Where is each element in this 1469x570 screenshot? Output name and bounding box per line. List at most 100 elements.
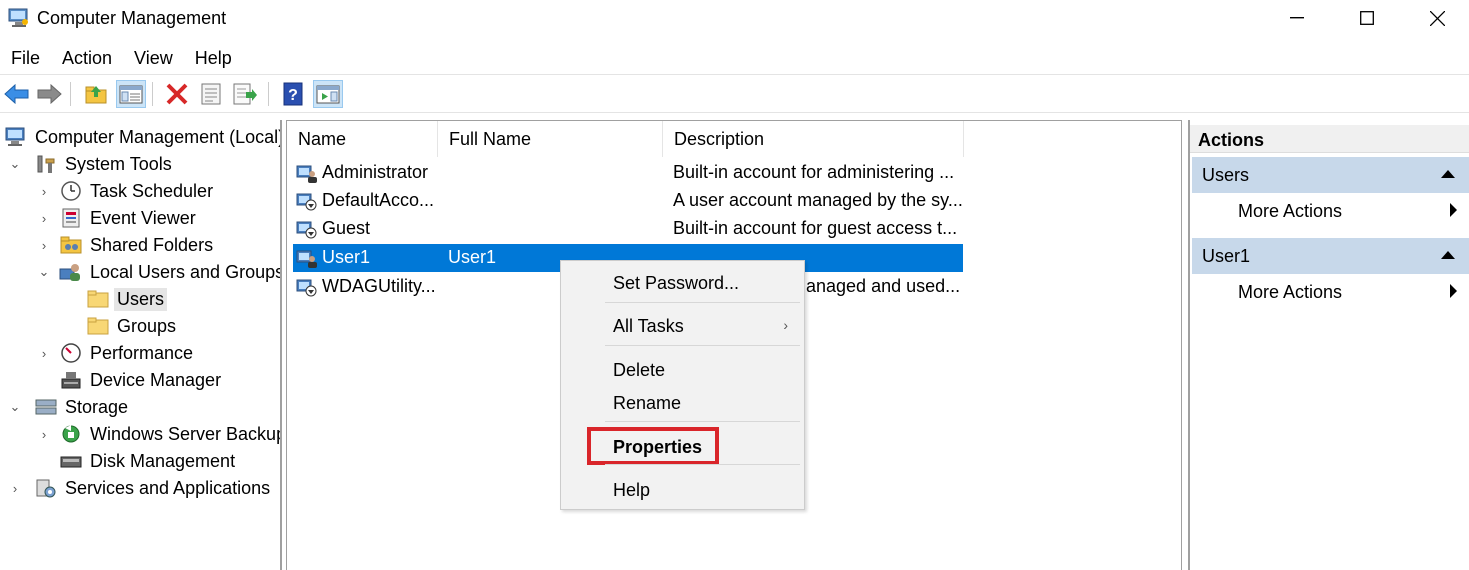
user-icon xyxy=(296,247,318,269)
tree-label: Device Manager xyxy=(90,369,222,390)
menu-view[interactable]: View xyxy=(123,44,184,72)
properties-icon xyxy=(201,83,221,105)
toolbar-separator xyxy=(268,82,269,106)
context-menu: Set Password... All Tasks › Delete Renam… xyxy=(560,260,805,510)
tree-item-device-manager[interactable]: Device Manager xyxy=(59,367,224,393)
chevron-right-icon[interactable]: › xyxy=(37,238,51,253)
menu-item-set-password[interactable]: Set Password... xyxy=(613,273,739,294)
maximize-button[interactable] xyxy=(1332,0,1402,36)
user-description: A user account managed by the sy... xyxy=(673,190,963,210)
user-name: Administrator xyxy=(322,162,429,182)
tree-item-performance[interactable]: › Performance xyxy=(37,340,196,366)
table-row[interactable]: Guest Built-in account for guest access … xyxy=(293,215,963,243)
chevron-right-icon[interactable]: › xyxy=(37,184,51,199)
menu-item-rename[interactable]: Rename xyxy=(613,393,681,414)
tree-item-computer-management[interactable]: Computer Management (Local) xyxy=(4,124,280,150)
chevron-right-icon[interactable]: › xyxy=(37,211,51,226)
tree-label: Storage xyxy=(65,396,129,417)
section-label: Users xyxy=(1202,165,1250,185)
menu-divider xyxy=(0,74,1469,75)
tree-item-local-users-groups[interactable]: ⌄ Local Users and Groups xyxy=(37,259,280,285)
show-hide-tree-icon xyxy=(119,85,143,104)
back-button[interactable] xyxy=(2,80,32,108)
user-description: Built-in account for guest access t... xyxy=(673,218,958,238)
actions-section-user1[interactable]: User1 xyxy=(1192,238,1469,274)
more-actions-user1[interactable]: More Actions xyxy=(1238,282,1342,303)
submenu-arrow-icon: › xyxy=(783,317,788,333)
backup-icon xyxy=(59,423,83,445)
menu-help[interactable]: Help xyxy=(184,44,243,72)
more-actions-users[interactable]: More Actions xyxy=(1238,201,1342,222)
shared-folder-icon xyxy=(59,234,83,256)
actions-header: Actions xyxy=(1190,125,1469,153)
delete-button[interactable] xyxy=(162,80,192,108)
collapse-icon[interactable] xyxy=(1441,251,1455,259)
user-disabled-icon xyxy=(296,276,318,298)
export-list-icon xyxy=(233,83,257,105)
toolbar-separator xyxy=(152,82,153,106)
menu-item-all-tasks[interactable]: All Tasks xyxy=(613,316,684,337)
show-hide-action-pane-icon xyxy=(316,85,340,104)
tree-item-services-applications[interactable]: › Services and Applications xyxy=(8,475,273,501)
title-bar: Computer Management xyxy=(0,0,1469,38)
column-header-full-name[interactable]: Full Name xyxy=(438,121,663,157)
tree-item-storage[interactable]: ⌄ Storage xyxy=(8,394,131,420)
user-description: Built-in account for administering ... xyxy=(673,162,955,182)
chevron-right-icon[interactable]: › xyxy=(8,481,22,496)
tree-label: Windows Server Backup xyxy=(90,423,280,444)
menu-item-delete[interactable]: Delete xyxy=(613,360,665,381)
export-list-button[interactable] xyxy=(230,80,260,108)
collapse-icon[interactable] xyxy=(1441,170,1455,178)
column-header-name[interactable]: Name xyxy=(287,121,438,157)
user-name: WDAGUtility... xyxy=(322,276,436,296)
tree-item-shared-folders[interactable]: › Shared Folders xyxy=(37,232,216,258)
toolbar-separator xyxy=(70,82,71,106)
tree-label: Services and Applications xyxy=(65,477,271,498)
up-one-level-button[interactable] xyxy=(81,80,111,108)
chevron-down-icon[interactable]: ⌄ xyxy=(37,264,51,279)
chevron-down-icon[interactable]: ⌄ xyxy=(8,156,22,171)
tree-item-system-tools[interactable]: ⌄ System Tools xyxy=(8,151,175,177)
chevron-right-icon[interactable]: › xyxy=(37,427,51,442)
help-button[interactable]: ? xyxy=(278,80,308,108)
submenu-arrow-icon xyxy=(1450,284,1457,298)
tree-item-windows-server-backup[interactable]: › Windows Server Backup xyxy=(37,421,280,447)
menu-bar: File Action View Help xyxy=(0,44,243,72)
show-hide-console-tree-button[interactable] xyxy=(116,80,146,108)
clock-icon xyxy=(59,180,83,202)
minimize-icon xyxy=(1290,17,1304,19)
tree-item-task-scheduler[interactable]: › Task Scheduler xyxy=(37,178,216,204)
user-icon xyxy=(296,162,318,184)
forward-button[interactable] xyxy=(34,80,64,108)
menu-separator xyxy=(605,302,800,303)
column-header-description[interactable]: Description xyxy=(663,121,964,157)
disk-icon xyxy=(59,450,83,472)
section-label: User1 xyxy=(1202,246,1251,266)
highlight-box xyxy=(587,427,719,465)
menu-action[interactable]: Action xyxy=(51,44,123,72)
tree-label: System Tools xyxy=(65,153,172,174)
tree-item-groups[interactable]: Groups xyxy=(86,313,179,339)
menu-item-help[interactable]: Help xyxy=(613,480,650,501)
folder-icon xyxy=(86,288,110,310)
close-button[interactable] xyxy=(1402,0,1469,36)
tree-item-event-viewer[interactable]: › Event Viewer xyxy=(37,205,199,231)
menu-separator xyxy=(605,421,800,422)
properties-button[interactable] xyxy=(196,80,226,108)
chevron-right-icon[interactable]: › xyxy=(37,346,51,361)
tree-item-disk-management[interactable]: Disk Management xyxy=(59,448,238,474)
show-hide-action-pane-button[interactable] xyxy=(313,80,343,108)
tree-item-users[interactable]: Users xyxy=(86,286,168,312)
minimize-button[interactable] xyxy=(1262,0,1332,36)
user-description: anaged and used... xyxy=(806,276,961,296)
menu-file[interactable]: File xyxy=(0,44,51,72)
table-row[interactable]: Administrator Built-in account for admin… xyxy=(293,159,963,187)
actions-section-users[interactable]: Users xyxy=(1192,157,1469,193)
pane-splitter[interactable] xyxy=(280,120,282,570)
event-viewer-icon xyxy=(59,207,83,229)
user-disabled-icon xyxy=(296,190,318,212)
chevron-down-icon[interactable]: ⌄ xyxy=(8,399,22,414)
tree-label: Local Users and Groups xyxy=(90,261,280,282)
tools-icon xyxy=(34,153,58,175)
table-row[interactable]: DefaultAcco... A user account managed by… xyxy=(293,187,963,215)
